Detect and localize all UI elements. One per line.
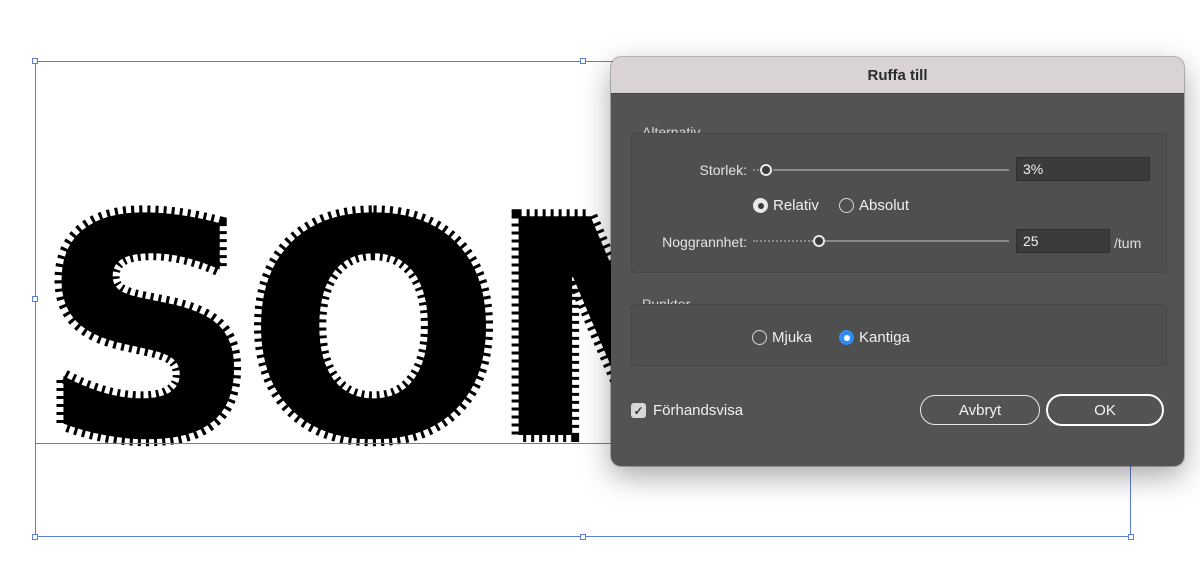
radio-kantiga-label: Kantiga [859, 329, 910, 346]
handle-bottom-left[interactable] [32, 534, 38, 540]
radio-relativ[interactable]: Relativ [753, 197, 819, 214]
storlek-slider-thumb[interactable] [760, 164, 772, 176]
radio-mjuka[interactable]: Mjuka [752, 329, 812, 346]
radio-absolut[interactable]: Absolut [839, 197, 909, 214]
handle-middle-left[interactable] [32, 296, 38, 302]
radio-absolut-indicator [839, 198, 854, 213]
checkmark-icon: ✓ [633, 403, 644, 418]
radio-kantiga-indicator [839, 330, 854, 345]
handle-top-center[interactable] [580, 58, 586, 64]
radio-absolut-label: Absolut [859, 197, 910, 214]
noggrannhet-value-field[interactable]: 25 [1016, 229, 1110, 253]
dialog-title: Ruffa till [867, 66, 928, 84]
handle-bottom-center[interactable] [580, 534, 586, 540]
radio-relativ-label: Relativ [773, 197, 819, 214]
radio-mjuka-indicator [752, 330, 767, 345]
cancel-button[interactable]: Avbryt [920, 395, 1040, 425]
preview-label: Förhandsvisa [653, 402, 744, 419]
noggrannhet-label: Noggrannhet: [662, 234, 747, 250]
text-baseline-guide [35, 443, 615, 444]
noggrannhet-slider-thumb[interactable] [813, 235, 825, 247]
storlek-slider-track[interactable] [773, 169, 1009, 171]
storlek-value-field[interactable]: 3% [1016, 157, 1150, 181]
storlek-label: Storlek: [699, 162, 747, 178]
noggrannhet-unit: /tum [1114, 235, 1142, 251]
noggrannhet-slider-track[interactable] [821, 240, 1009, 242]
noggrannhet-slider-track-left [753, 240, 813, 244]
handle-top-left[interactable] [32, 58, 38, 64]
dialog-titlebar[interactable]: Ruffa till [611, 57, 1184, 94]
radio-mjuka-label: Mjuka [772, 329, 813, 346]
radio-kantiga[interactable]: Kantiga [839, 329, 910, 346]
roughen-dialog: Ruffa till Alternativ Storlek: 3% Relati… [611, 57, 1184, 466]
preview-checkbox[interactable]: ✓ [631, 403, 646, 418]
ok-button[interactable]: OK [1046, 394, 1164, 426]
radio-relativ-indicator [753, 198, 768, 213]
handle-bottom-right[interactable] [1128, 534, 1134, 540]
